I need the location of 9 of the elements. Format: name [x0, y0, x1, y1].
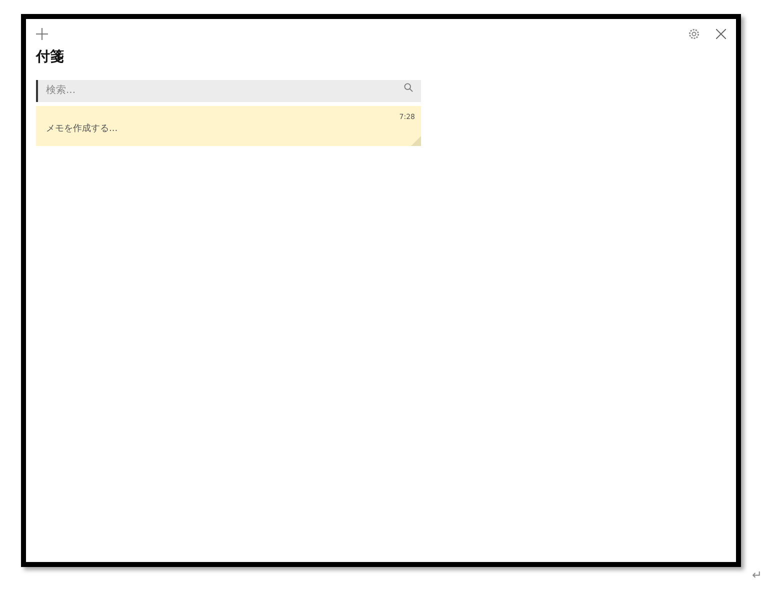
- search-icon: [404, 83, 413, 92]
- note-text: メモを作成する...: [46, 122, 119, 136]
- add-button[interactable]: [36, 28, 48, 40]
- settings-button[interactable]: [688, 28, 700, 40]
- close-button[interactable]: [716, 29, 726, 39]
- page-fold-icon: [411, 136, 421, 146]
- window-title: 付箋: [36, 48, 65, 67]
- paragraph-mark: ↵: [752, 567, 762, 584]
- search-field[interactable]: 検索...: [36, 80, 421, 102]
